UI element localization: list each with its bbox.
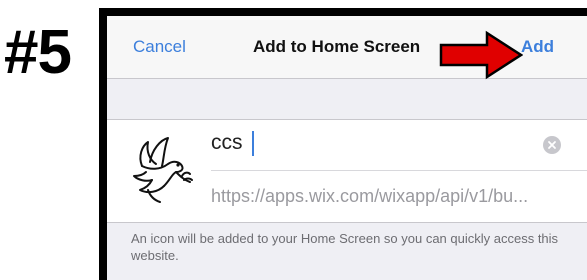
help-text: An icon will be added to your Home Scree… [131, 231, 559, 263]
name-field[interactable] [211, 128, 531, 158]
add-button[interactable]: Add [521, 37, 554, 57]
url-label: https://apps.wix.com/wixapp/api/v1/bu... [211, 186, 529, 206]
add-to-home-screen-sheet: Cancel Add to Home Screen Add ccs https:… [107, 16, 587, 280]
red-arrow-icon [439, 30, 523, 80]
field-divider [211, 170, 587, 171]
home-screen-entry-card: https://apps.wix.com/wixapp/api/v1/bu... [107, 119, 587, 223]
clear-icon[interactable] [543, 136, 561, 154]
page-title: Add to Home Screen [253, 37, 421, 56]
cancel-button[interactable]: Cancel [133, 37, 186, 57]
step-label: #5 [4, 18, 72, 87]
dove-icon [133, 137, 193, 203]
text-caret [252, 131, 254, 156]
